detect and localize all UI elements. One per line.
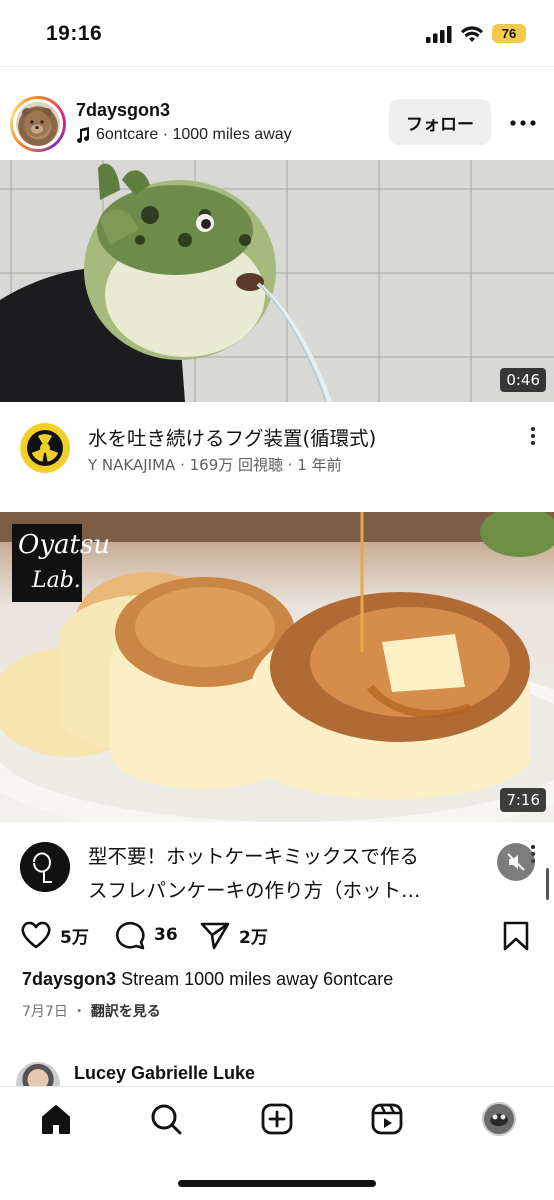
oyatsu-lab-logo: Oyatsu Lab. bbox=[12, 524, 110, 602]
bear-avatar-image bbox=[16, 102, 60, 146]
post-username[interactable]: 7daysgon3 bbox=[76, 100, 170, 121]
signal-icon bbox=[426, 25, 452, 43]
video-meta: Y NAKAJIMA · 169万 回視聴 · 1 年前 bbox=[88, 456, 342, 474]
comment-icon bbox=[115, 921, 145, 950]
channel-logo-icon bbox=[20, 423, 70, 473]
kebab-icon bbox=[531, 427, 535, 445]
video-info-row[interactable]: 水を吐き続けるフグ装置(循環式) Y NAKAJIMA · 169万 回視聴 ·… bbox=[0, 402, 554, 482]
status-time: 19:16 bbox=[46, 22, 103, 45]
translate-link[interactable]: 翻訳を見る bbox=[91, 1004, 161, 1020]
next-post-header: Lucey Gabrielle Luke bbox=[0, 1056, 554, 1106]
post-audio-line[interactable]: 6ontcare · 1000 miles away bbox=[76, 126, 292, 144]
caption-text: Stream 1000 miles away 6ontcare bbox=[121, 969, 394, 989]
video-more-button[interactable] bbox=[526, 426, 540, 446]
reels-icon bbox=[371, 1103, 403, 1135]
next-post-username[interactable]: Lucey Gabrielle Luke bbox=[74, 1063, 255, 1084]
divider bbox=[0, 66, 554, 67]
caption-username[interactable]: 7daysgon3 bbox=[22, 969, 116, 989]
home-icon bbox=[42, 1105, 70, 1134]
share-count: 2万 bbox=[239, 927, 268, 948]
logo-text-bottom: Lab. bbox=[32, 568, 81, 593]
tab-profile[interactable] bbox=[477, 1097, 521, 1141]
comment-button[interactable]: 36 bbox=[114, 920, 178, 950]
bookmark-icon bbox=[503, 921, 529, 951]
scroll-indicator bbox=[546, 868, 549, 900]
post-header: 7daysgon3 6ontcare · 1000 miles away フォロ… bbox=[0, 86, 554, 156]
music-note-icon bbox=[77, 127, 90, 143]
avatar[interactable] bbox=[10, 96, 66, 152]
tab-home[interactable] bbox=[34, 1097, 78, 1141]
status-bar: 19:16 76 bbox=[0, 0, 554, 66]
battery-indicator: 76 bbox=[492, 24, 526, 43]
create-icon bbox=[261, 1103, 293, 1135]
channel-logo-icon bbox=[20, 842, 70, 892]
more-options-button[interactable] bbox=[508, 104, 538, 140]
video-duration: 7:16 bbox=[500, 788, 546, 812]
post-actions: 5万 36 2万 bbox=[0, 910, 554, 960]
video-title-line2[interactable]: スフレパンケーキの作り方（ホット… bbox=[88, 874, 420, 903]
status-icons: 76 bbox=[426, 24, 526, 43]
pufferfish-image bbox=[0, 163, 332, 402]
tab-search[interactable] bbox=[144, 1097, 188, 1141]
like-button[interactable]: 5万 bbox=[20, 920, 89, 950]
wifi-icon bbox=[461, 25, 483, 42]
channel-avatar[interactable] bbox=[20, 842, 70, 892]
channel-avatar[interactable] bbox=[20, 423, 70, 473]
mute-icon bbox=[507, 853, 525, 871]
logo-text-top: Oyatsu bbox=[18, 530, 111, 560]
video-thumbnail-pancake[interactable]: Oyatsu Lab. 7:16 bbox=[0, 512, 554, 822]
tab-create[interactable] bbox=[255, 1097, 299, 1141]
share-icon bbox=[200, 922, 230, 950]
heart-icon bbox=[21, 921, 51, 949]
more-icon bbox=[510, 120, 536, 126]
tab-reels[interactable] bbox=[365, 1097, 409, 1141]
video-title-line1[interactable]: 型不要！ホットケーキミックスで作る bbox=[88, 840, 419, 869]
comment-count: 36 bbox=[154, 925, 178, 945]
profile-icon bbox=[482, 1102, 516, 1136]
separator: ・ bbox=[72, 1004, 87, 1020]
post-subtitle: 6ontcare · 1000 miles away bbox=[96, 126, 292, 143]
home-indicator bbox=[178, 1180, 376, 1187]
mute-button[interactable] bbox=[497, 843, 535, 881]
bookmark-button[interactable] bbox=[502, 920, 530, 952]
post-date-line: 7月7日 ・ 翻訳を見る bbox=[22, 1001, 161, 1021]
post-caption: 7daysgon3 Stream 1000 miles away 6ontcar… bbox=[22, 969, 393, 990]
share-button[interactable]: 2万 bbox=[199, 920, 268, 950]
video-duration: 0:46 bbox=[500, 368, 546, 392]
video-info-row[interactable]: 型不要！ホットケーキミックスで作る スフレパンケーキの作り方（ホット… bbox=[0, 822, 554, 912]
post-date: 7月7日 bbox=[22, 1004, 68, 1020]
like-count: 5万 bbox=[60, 927, 89, 948]
video-title[interactable]: 水を吐き続けるフグ装置(循環式) bbox=[88, 422, 376, 451]
video-thumbnail-pufferfish[interactable]: 0:46 bbox=[0, 160, 554, 402]
follow-button[interactable]: フォロー bbox=[389, 99, 491, 145]
search-icon bbox=[151, 1104, 182, 1135]
